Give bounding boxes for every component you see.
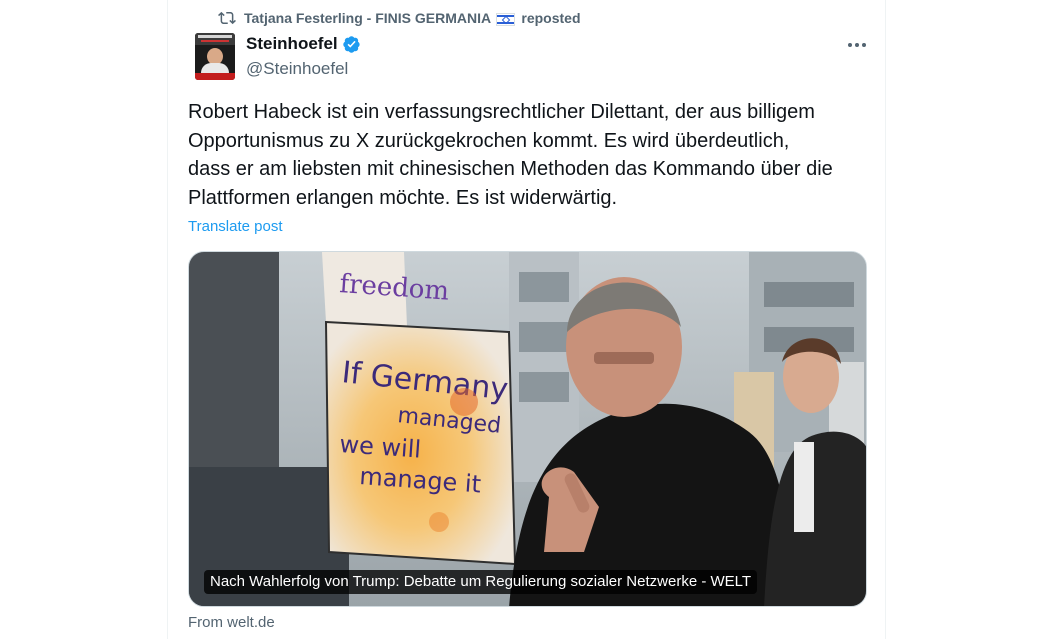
more-options-button[interactable] (840, 30, 874, 60)
repost-context[interactable]: Tatjana Festerling - FINIS GERMANIA repo… (218, 8, 581, 28)
repost-user[interactable]: Tatjana Festerling - FINIS GERMANIA (244, 10, 491, 26)
post-text: Robert Habeck ist ein verfassungsrechtli… (188, 101, 833, 209)
repost-icon (218, 11, 236, 25)
author-display-name[interactable]: Steinhoefel (246, 34, 338, 54)
verified-badge-icon (342, 35, 360, 53)
author-name-row[interactable]: Steinhoefel (246, 34, 361, 54)
card-image: freedom If Germany managed we will manag… (189, 252, 866, 606)
timeline-column: Tatjana Festerling - FINIS GERMANIA repo… (167, 0, 886, 639)
author-handle[interactable]: @Steinhoefel (246, 59, 348, 79)
avatar[interactable] (195, 33, 235, 80)
more-dot-icon (848, 43, 852, 47)
repost-suffix: reposted (521, 10, 581, 26)
svg-text:we will: we will (339, 430, 422, 464)
card-caption: Nach Wahlerfolg von Trump: Debatte um Re… (204, 570, 758, 594)
link-card[interactable]: freedom If Germany managed we will manag… (188, 251, 867, 607)
card-source[interactable]: From welt.de (188, 614, 275, 631)
more-dot-icon (862, 43, 866, 47)
israel-flag-icon (496, 12, 516, 26)
translate-post-link[interactable]: Translate post (188, 218, 283, 235)
more-dot-icon (855, 43, 859, 47)
